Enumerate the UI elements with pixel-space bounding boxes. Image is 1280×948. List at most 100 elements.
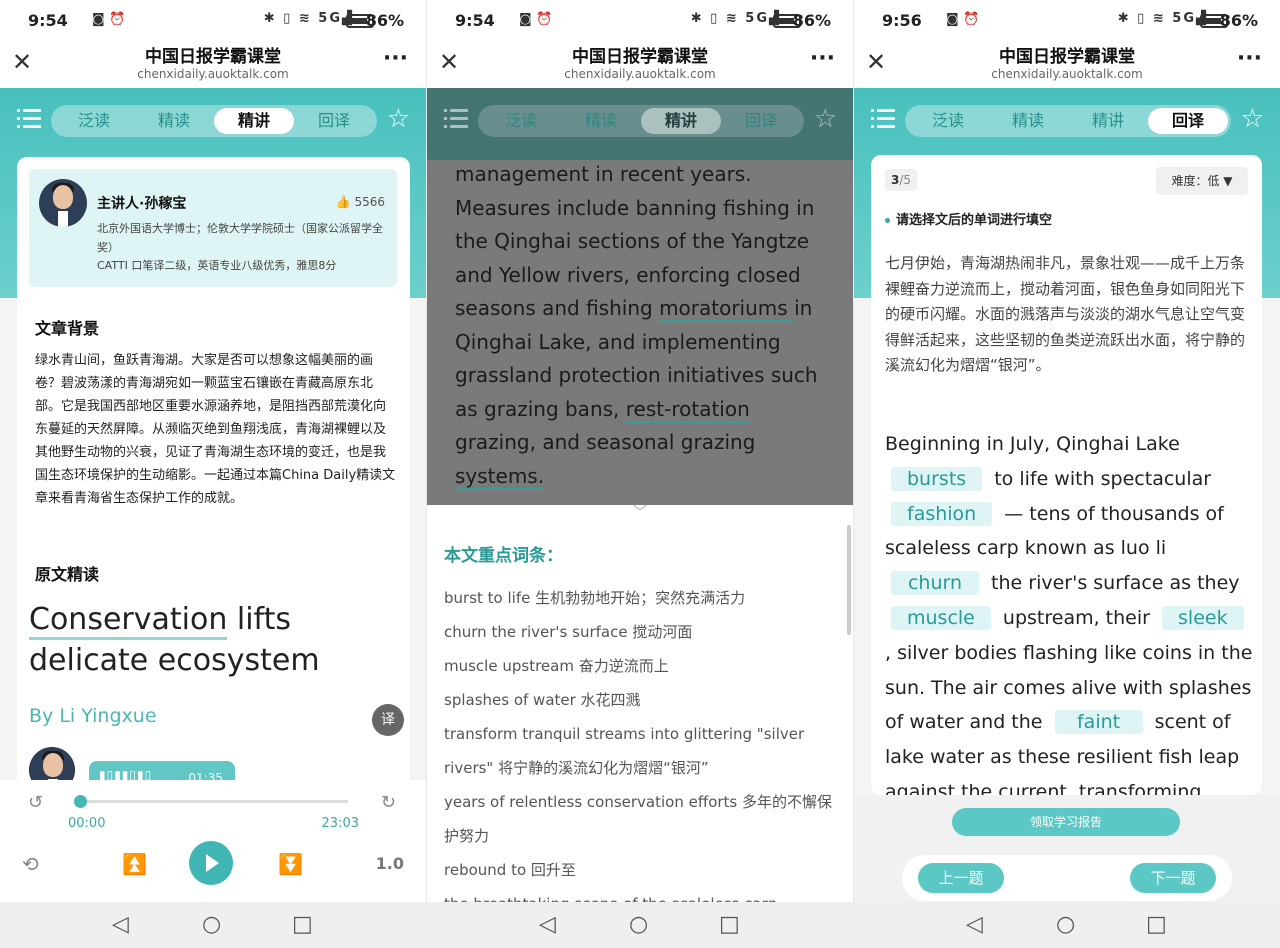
menu-icon[interactable]	[17, 109, 41, 131]
chevron-down-icon[interactable]: ﹀	[625, 506, 655, 520]
lecturer-box: 主讲人·孙稼宝 👍 5566 北京外国语大学博士；伦敦大学学院硕士（国家公派留学…	[29, 169, 397, 287]
slider-thumb[interactable]	[74, 795, 87, 808]
home-nav-icon[interactable]: ○	[202, 912, 221, 937]
article-paragraph: management in recent years. Measures inc…	[455, 158, 835, 493]
blank-answer[interactable]: churn	[891, 571, 979, 596]
prev-track-icon[interactable]: ⏫	[122, 852, 147, 876]
tab-back-translation[interactable]: 回译	[721, 108, 801, 134]
system-nav-bar: ◁ ○ □	[427, 902, 853, 948]
blank-answer[interactable]: faint	[1054, 710, 1143, 735]
phone-screen-vocabulary: 9:54 ◙ ⏰ ✱ ▯ ≋ 5G▟ 86% ✕ 中国日报学霸课堂 chenxi…	[427, 0, 853, 948]
headline-underlined-word[interactable]: Conservation	[29, 602, 228, 640]
tab-extensive-reading[interactable]: 泛读	[481, 108, 561, 134]
home-nav-icon[interactable]: ○	[629, 912, 648, 937]
status-bar: 9:56 ◙ ⏰ ✱ ▯ ≋ 5G▟ 86%	[854, 0, 1280, 40]
lecturer-credentials: 北京外国语大学博士；伦敦大学学院硕士（国家公派留学全奖）	[97, 222, 383, 254]
vocab-list: burst to life 生机勃勃地开始；突然充满活力 churn the r…	[444, 581, 834, 902]
tab-intensive-reading[interactable]: 精读	[134, 108, 214, 134]
scrollbar[interactable]	[847, 525, 851, 635]
like-count-value: 5566	[354, 195, 385, 209]
mode-tabs-row: 泛读 精读 精讲 回译 ☆	[427, 100, 853, 142]
tab-intensive-reading[interactable]: 精读	[988, 108, 1068, 134]
vocab-highlight[interactable]: rest-rotation	[625, 396, 750, 423]
app-title: 中国日报学霸课堂	[572, 47, 708, 67]
recents-nav-icon[interactable]: □	[719, 912, 740, 937]
status-bar: 9:54 ◙ ⏰ ✱ ▯ ≋ 5G▟ 86%	[0, 0, 426, 40]
question-progress: 3/5	[885, 169, 917, 191]
list-item: years of relentless conservation efforts…	[444, 793, 833, 845]
mode-tabs-row: 泛读 精读 精讲 回译 ☆	[0, 100, 426, 142]
progress-total: /5	[899, 173, 912, 187]
back-nav-icon[interactable]: ◁	[966, 912, 983, 937]
section-title-reading: 原文精读	[28, 553, 99, 585]
signal-icons: ✱ ▯ ≋ 5G▟	[263, 11, 354, 26]
playback-speed[interactable]: 1.0	[376, 854, 404, 873]
translate-button[interactable]: 译	[372, 704, 404, 736]
tab-extensive-reading[interactable]: 泛读	[54, 108, 134, 134]
phone-screen-intensive-lecture: 9:54 ◙ ⏰ ✱ ▯ ≋ 5G▟ 86% ✕ 中国日报学霸课堂 chenxi…	[0, 0, 426, 948]
loop-icon[interactable]: ⟲	[22, 852, 39, 876]
tab-lecture[interactable]: 精讲	[1068, 108, 1148, 134]
rewind-5-icon[interactable]: ↺	[28, 792, 43, 813]
home-nav-icon[interactable]: ○	[1056, 912, 1075, 937]
star-icon[interactable]: ☆	[1241, 104, 1264, 134]
star-icon[interactable]: ☆	[387, 104, 410, 134]
next-question-button[interactable]: 下一题	[1130, 863, 1216, 893]
recents-nav-icon[interactable]: □	[1146, 912, 1167, 937]
question-nav: 上一题 下一题	[902, 855, 1232, 901]
more-icon[interactable]: ···	[383, 46, 408, 71]
blank-answer[interactable]: muscle	[891, 605, 991, 630]
text-segment: to life with spectacular	[994, 467, 1212, 490]
menu-icon[interactable]	[444, 109, 468, 131]
progress-slider[interactable]	[74, 795, 348, 808]
tab-back-translation[interactable]: 回译	[294, 108, 374, 134]
lesson-card: 主讲人·孙稼宝 👍 5566 北京外国语大学博士；伦敦大学学院硕士（国家公派留学…	[17, 157, 410, 797]
phone-screen-back-translation: 9:56 ◙ ⏰ ✱ ▯ ≋ 5G▟ 86% ✕ 中国日报学霸课堂 chenxi…	[854, 0, 1280, 948]
background-text: 绿水青山间，鱼跃青海湖。大家是否可以想象这幅美丽的画卷？碧波荡漾的青海湖宛如一颗…	[35, 353, 396, 506]
list-item: the breathtaking scene of the scaleless …	[444, 887, 834, 902]
vocab-highlight[interactable]: moratoriums	[659, 296, 795, 322]
chinese-paragraph: 七月伊始，青海湖热闹非凡，景象壮观——成千上万条裸鲤奋力逆流而上，搅动着河面，银…	[885, 254, 1246, 374]
tab-intensive-reading[interactable]: 精读	[561, 108, 641, 134]
tab-back-translation[interactable]: 回译	[1148, 108, 1228, 134]
recents-nav-icon[interactable]: □	[292, 912, 313, 937]
get-report-button[interactable]: 领取学习报告	[952, 808, 1180, 836]
next-track-icon[interactable]: ⏬	[278, 852, 303, 876]
tab-lecture[interactable]: 精讲	[214, 108, 294, 134]
english-cloze-paragraph: Beginning in July, Qinghai Lake bursts t…	[885, 427, 1253, 795]
status-bar: 9:54 ◙ ⏰ ✱ ▯ ≋ 5G▟ 86%	[427, 0, 853, 40]
lecturer-qualifications: CATTI 口笔译二级，英语专业八级优秀，雅思8分	[97, 259, 337, 272]
article-byline: By Li Yingxue	[29, 705, 157, 727]
like-count[interactable]: 👍 5566	[336, 195, 385, 209]
play-icon[interactable]	[189, 841, 233, 885]
app-title: 中国日报学霸课堂	[145, 47, 281, 67]
mode-tabs-row: 泛读 精读 精讲 回译 ☆	[854, 100, 1280, 142]
back-nav-icon[interactable]: ◁	[112, 912, 129, 937]
tab-extensive-reading[interactable]: 泛读	[908, 108, 988, 134]
avatar	[39, 179, 87, 227]
app-url: chenxidaily.auoktalk.com	[991, 67, 1143, 81]
tab-lecture[interactable]: 精讲	[641, 108, 721, 134]
star-icon[interactable]: ☆	[814, 104, 837, 134]
back-nav-icon[interactable]: ◁	[539, 912, 556, 937]
more-icon[interactable]: ···	[810, 46, 835, 71]
browser-titlebar: ✕ 中国日报学霸课堂 chenxidaily.auoktalk.com ···	[427, 40, 853, 88]
blank-answer[interactable]: sleek	[1162, 605, 1244, 630]
blank-answer[interactable]: fashion	[891, 501, 993, 526]
article-headline: Conservation lifts delicate ecosystem	[29, 599, 399, 681]
vocab-highlight[interactable]: systems.	[455, 463, 545, 490]
exercise-instruction: 请选择文后的单词进行填空	[885, 209, 1052, 228]
notification-icons: ◙ ⏰	[519, 12, 553, 27]
section-title-background: 文章背景	[28, 307, 99, 339]
list-item: transform tranquil streams into glitteri…	[444, 725, 805, 777]
prev-question-button[interactable]: 上一题	[918, 863, 1004, 893]
difficulty-select[interactable]: 难度：低 ▼	[1156, 167, 1248, 195]
vocabulary-sheet: ﹀ 本文重点词条： burst to life 生机勃勃地开始；突然充满活力 c…	[427, 505, 853, 902]
list-item: splashes of water 水花四溅	[444, 691, 641, 709]
notification-icons: ◙ ⏰	[92, 12, 126, 27]
sheet-title: 本文重点词条：	[444, 546, 563, 566]
blank-answer[interactable]: bursts	[891, 466, 983, 491]
menu-icon[interactable]	[871, 109, 895, 131]
more-icon[interactable]: ···	[1237, 46, 1262, 71]
forward-5-icon[interactable]: ↻	[381, 792, 396, 813]
